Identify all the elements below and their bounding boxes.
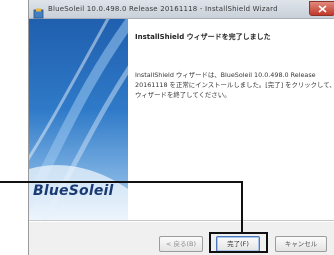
message-line: 20161118 を正常にインストールしました。[完了] をクリックして、 [135,81,334,89]
cancel-button[interactable]: キャンセル [275,236,327,252]
title-bar: BlueSoleil 10.0.498.0 Release 20161118 -… [29,0,334,19]
installer-icon [33,4,44,19]
completion-message: InstallShield ウィザードは、BlueSoleil 10.0.498… [135,70,334,100]
completion-heading: InstallShield ウィザードを完了しました [135,33,271,41]
close-button[interactable] [309,1,334,16]
message-line: ウィザードを終了してください。 [135,91,231,99]
callout-line-vertical [241,181,243,234]
footer-divider [29,220,334,222]
window-title: BlueSoleil 10.0.498.0 Release 20161118 -… [48,5,278,13]
close-icon [318,5,327,13]
bluesoleil-logo: BlueSoleil [33,183,114,199]
back-button[interactable]: < 戻る(B) [159,236,203,252]
installer-window: BlueSoleil 10.0.498.0 Release 20161118 -… [28,0,334,255]
callout-line-horizontal [0,181,243,183]
finish-button-highlight [209,232,268,253]
wizard-content: InstallShield ウィザードを完了しました InstallShield… [128,19,334,220]
message-line: InstallShield ウィザードは、BlueSoleil 10.0.498… [135,71,316,79]
